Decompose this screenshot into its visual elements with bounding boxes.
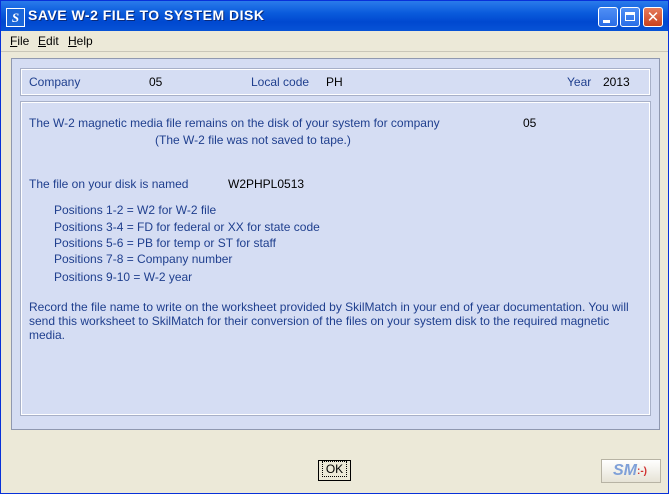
position-line: Positions 1-2 = W2 for W-2 file: [54, 203, 217, 217]
dialog-window: S SAVE W-2 FILE TO SYSTEM DISK ✕ File Ed…: [0, 0, 669, 494]
close-button[interactable]: ✕: [643, 7, 663, 27]
menu-help[interactable]: Help: [68, 34, 93, 48]
maximize-icon: [625, 12, 635, 21]
ok-button[interactable]: OK: [318, 460, 351, 481]
client-area: Company 05 Local code PH Year 2013 The W…: [11, 58, 660, 430]
company-remains-text: The W-2 magnetic media file remains on t…: [29, 116, 440, 130]
close-icon: ✕: [646, 8, 660, 26]
year-value: 2013: [603, 75, 630, 89]
smiley-icon: :-): [637, 466, 647, 477]
position-line: Positions 3-4 = FD for federal or XX for…: [54, 220, 320, 234]
file-name-label: The file on your disk is named: [29, 177, 189, 191]
company-value: 05: [149, 75, 163, 89]
menu-bar: File Edit Help: [1, 31, 668, 52]
local-code-label: Local code: [251, 75, 310, 89]
window-title: SAVE W-2 FILE TO SYSTEM DISK: [28, 7, 265, 23]
year-label: Year: [567, 75, 592, 89]
menu-file[interactable]: File: [10, 34, 29, 48]
company-remains-value: 05: [523, 116, 537, 130]
logo-text: SM: [613, 462, 637, 479]
info-panel: The W-2 magnetic media file remains on t…: [20, 101, 651, 416]
menu-edit[interactable]: Edit: [38, 34, 59, 48]
not-saved-text: (The W-2 file was not saved to tape.): [155, 133, 351, 147]
position-line: Positions 5-6 = PB for temp or ST for st…: [54, 236, 276, 250]
app-icon[interactable]: S: [6, 8, 25, 27]
minimize-button[interactable]: [598, 7, 618, 27]
file-name-value: W2PHPL0513: [228, 177, 305, 191]
position-line: Positions 7-8 = Company number: [54, 252, 233, 266]
company-label: Company: [29, 75, 81, 89]
header-panel: Company 05 Local code PH Year 2013: [20, 68, 651, 96]
skilmatch-logo[interactable]: SM :-): [601, 459, 661, 483]
instructions-paragraph: Record the file name to write on the wor…: [29, 300, 629, 342]
maximize-button[interactable]: [620, 7, 640, 27]
position-line: Positions 9-10 = W-2 year: [54, 270, 193, 284]
local-code-value: PH: [326, 75, 343, 89]
title-bar[interactable]: S SAVE W-2 FILE TO SYSTEM DISK ✕: [1, 1, 668, 31]
minimize-icon: [603, 20, 610, 23]
